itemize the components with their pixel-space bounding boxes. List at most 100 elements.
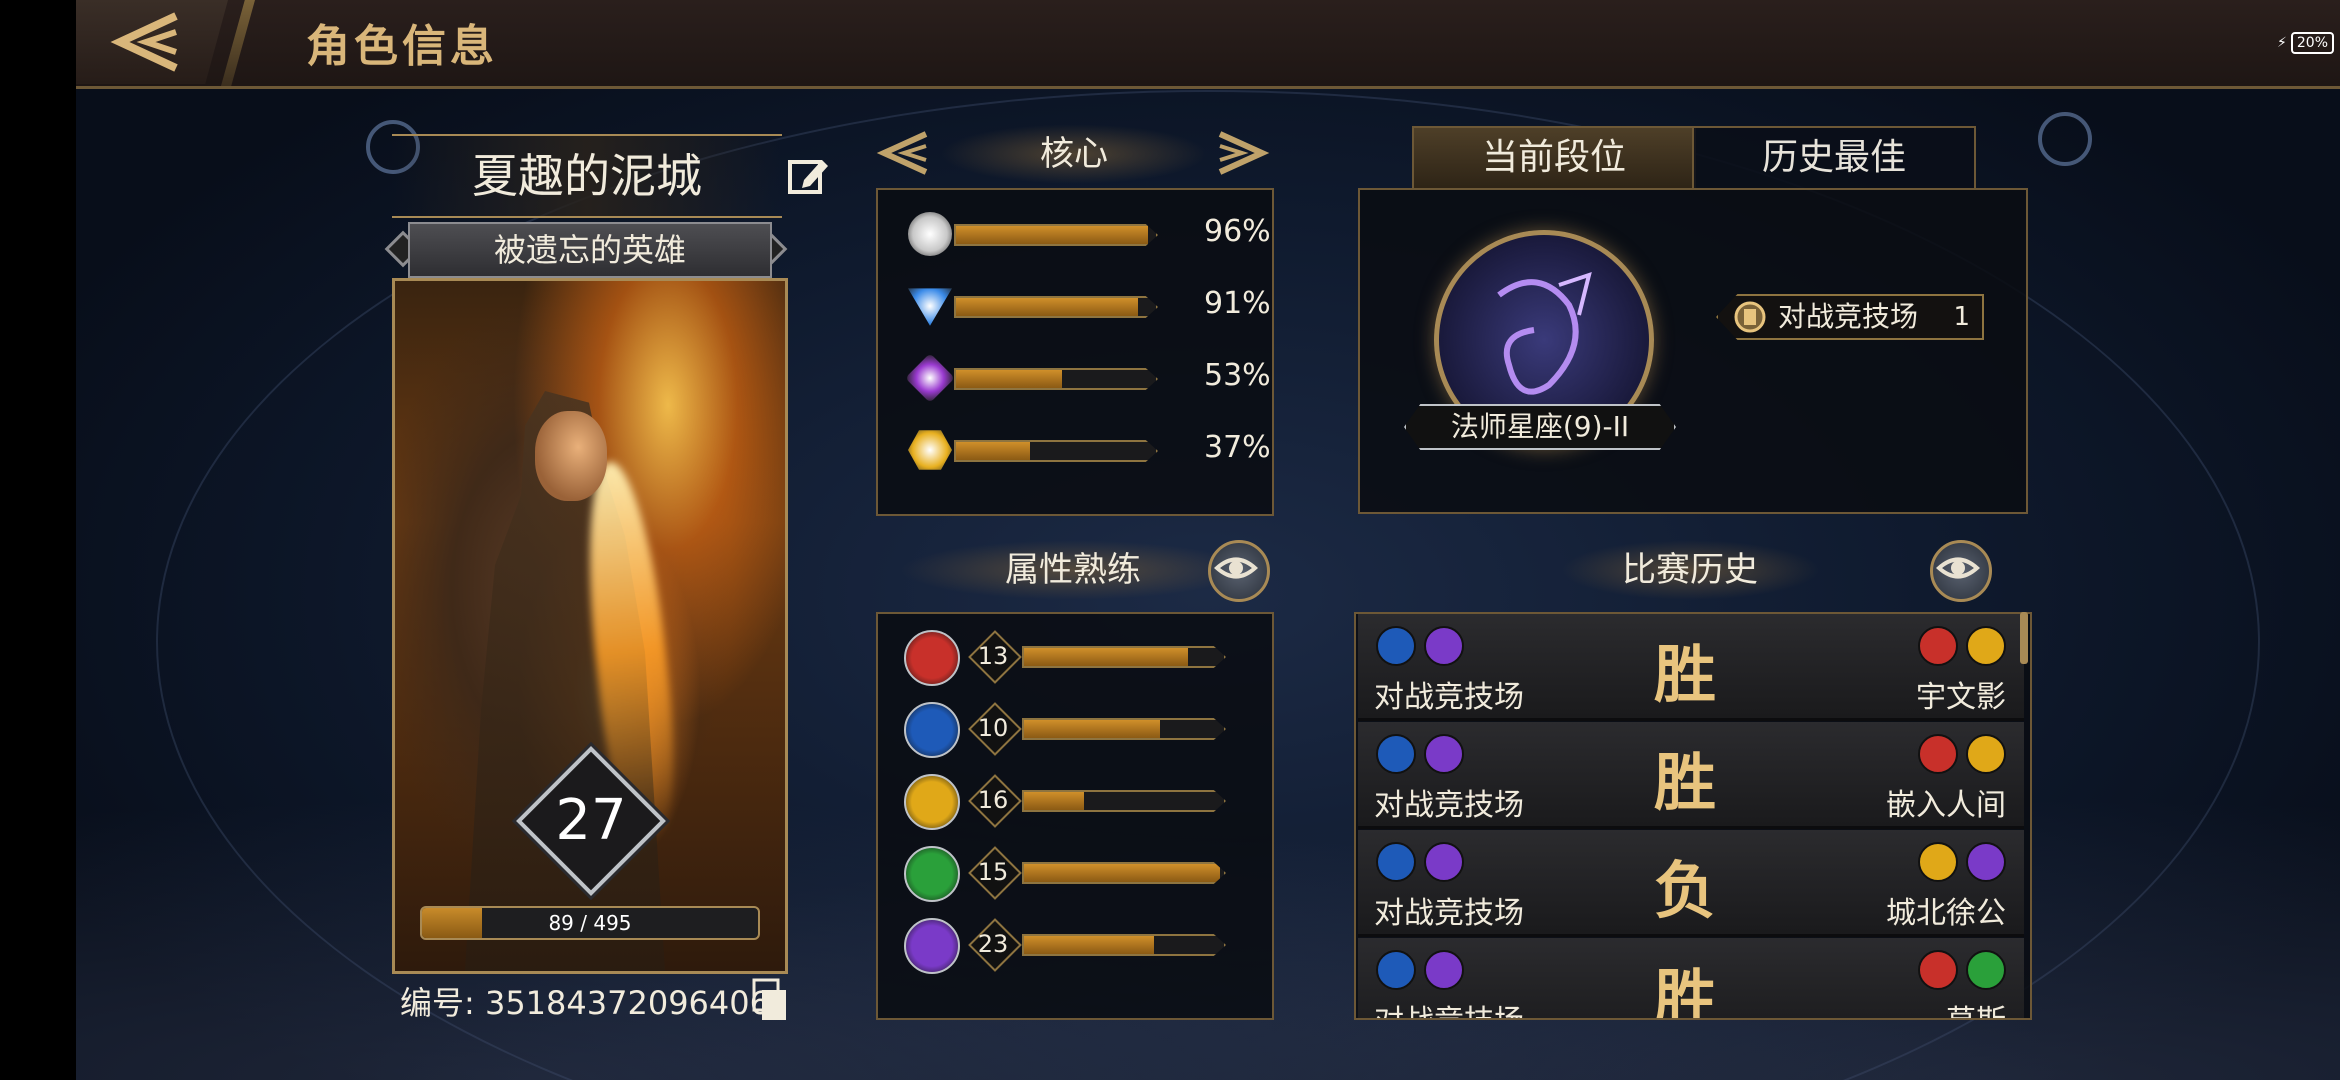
history-scrollbar[interactable] [2020, 612, 2028, 664]
player-id: 编号: 35184372096406 [400, 984, 770, 1022]
core-percent: 37% [1204, 430, 1271, 465]
header-divider [221, 0, 255, 86]
core-row: 96% [908, 212, 1271, 256]
mastery-level: 13 [977, 642, 1009, 670]
hero-title: 被遗忘的英雄 [493, 231, 686, 269]
match-opponent: 嵌入人间 [1886, 788, 2006, 823]
affinity-icon [1424, 842, 1464, 882]
affinity-icon [1424, 950, 1464, 990]
core-header: 核心 [940, 124, 1208, 184]
mastery-row: 13 [904, 630, 1244, 686]
match-mode: 对战竞技场 [1374, 680, 1524, 715]
hero-name-plate: 夏趣的泥城 [392, 134, 782, 218]
mastery-header: 属性熟练 [900, 540, 1246, 600]
eye-icon [1935, 557, 1981, 579]
mastery-level: 10 [977, 714, 1009, 742]
core-row: 91% [908, 284, 1271, 328]
top-bar: 角色信息 ⚡ 20% [76, 0, 2340, 89]
opponent-affinity-icons [1918, 734, 2006, 774]
mastery-level: 16 [977, 786, 1009, 814]
mastery-row: 16 [904, 774, 1244, 830]
affinity-icon [1376, 734, 1416, 774]
mastery-bar [1022, 862, 1226, 884]
core-percent: 96% [1204, 214, 1271, 249]
purple-gem-icon [905, 353, 955, 403]
tab-current-rank[interactable]: 当前段位 [1412, 126, 1696, 190]
green-arrow-icon [904, 846, 960, 902]
match-history-list[interactable]: 对战竞技场 胜宇文影对战竞技场胜嵌入人间对战竞技场负城北徐公对战竞技场胜草斯 [1354, 612, 2032, 1020]
mastery-eye-button[interactable] [1208, 540, 1270, 602]
match-opponent: 宇文影 [1916, 680, 2006, 715]
copy-id-button[interactable] [752, 978, 788, 1022]
core-prev-button[interactable] [876, 128, 932, 178]
match-result: 胜 [1654, 638, 1717, 711]
match-opponent: 草斯 [1946, 996, 2006, 1018]
core-bar [954, 368, 1158, 390]
mastery-bar [1022, 934, 1226, 956]
affinity-icon [1966, 950, 2006, 990]
opponent-affinity-icons [1918, 950, 2006, 990]
core-bar-fill [956, 442, 1030, 460]
core-bar [954, 296, 1158, 318]
history-eye-button[interactable] [1930, 540, 1992, 602]
silver-orb-icon [908, 212, 952, 256]
moon-ornament-right [2038, 112, 2092, 166]
back-arrow-icon [110, 12, 178, 72]
match-history-row[interactable]: 对战竞技场 负城北徐公 [1358, 830, 2024, 937]
mastery-row: 10 [904, 702, 1244, 758]
affinity-icon [1376, 842, 1416, 882]
portrait-face [535, 411, 607, 501]
affinity-icon [1918, 950, 1958, 990]
red-strength-icon [904, 630, 960, 686]
back-button[interactable] [76, 0, 228, 84]
mastery-bar [1022, 790, 1226, 812]
ranked-mode-name: 对战竞技场 [1778, 300, 1919, 333]
core-row: 53% [905, 353, 1271, 403]
hero-name: 夏趣的泥城 [472, 149, 702, 203]
mastery-row: 23 [904, 918, 1244, 974]
mastery-level: 23 [977, 930, 1009, 958]
affinity-icon [1918, 626, 1958, 666]
battery-indicator: ⚡ 20% [2277, 32, 2334, 54]
mastery-bar [1022, 646, 1226, 668]
mastery-bar [1022, 718, 1226, 740]
core-row: 37% [908, 428, 1271, 472]
tab-best-rank[interactable]: 历史最佳 [1692, 126, 1976, 190]
core-bar [954, 224, 1158, 246]
affinity-icon [1918, 842, 1958, 882]
mastery-level: 15 [977, 858, 1009, 886]
core-percent: 53% [1204, 358, 1271, 393]
mastery-bar-fill [1024, 792, 1084, 810]
match-result: 负 [1654, 854, 1717, 927]
match-history-row[interactable]: 对战竞技场 胜嵌入人间 [1358, 722, 2024, 829]
affinity-icon [1966, 734, 2006, 774]
blue-book-icon [904, 702, 960, 758]
arena-emblem-icon [1734, 301, 1766, 333]
rank-name: 法师星座(9)-II [1404, 404, 1676, 450]
affinity-icon [1966, 842, 2006, 882]
match-history-row[interactable]: 对战竞技场 胜宇文影 [1358, 614, 2024, 721]
ranked-mode-tag: 对战竞技场 1 [1716, 294, 1984, 340]
core-next-button[interactable] [1214, 128, 1270, 178]
mastery-bar-fill [1024, 936, 1154, 954]
gold-hexagon-icon [908, 430, 952, 470]
affinity-icon [1966, 626, 2006, 666]
affinity-icon [1424, 626, 1464, 666]
mastery-bar-fill [1024, 864, 1220, 882]
edit-name-button[interactable] [786, 154, 830, 198]
core-bar [954, 440, 1158, 462]
core-bar-fill [956, 370, 1062, 388]
player-affinity-icons [1376, 626, 1464, 666]
match-mode: 对战竞技场 [1374, 788, 1524, 823]
match-history-row[interactable]: 对战竞技场 胜草斯 [1358, 938, 2024, 1018]
affinity-icon [1376, 950, 1416, 990]
mastery-bar-fill [1024, 720, 1160, 738]
core-percent: 91% [1204, 286, 1271, 321]
mastery-panel: 13 10 16 15 23 [876, 612, 1274, 1020]
core-bar-fill [956, 226, 1148, 244]
page-title: 角色信息 [306, 21, 498, 72]
history-header: 比赛历史 [1560, 540, 1820, 600]
xp-bar: 89 / 495 [420, 906, 760, 940]
opponent-affinity-icons [1918, 842, 2006, 882]
match-mode: 对战竞技场 [1374, 996, 1524, 1018]
